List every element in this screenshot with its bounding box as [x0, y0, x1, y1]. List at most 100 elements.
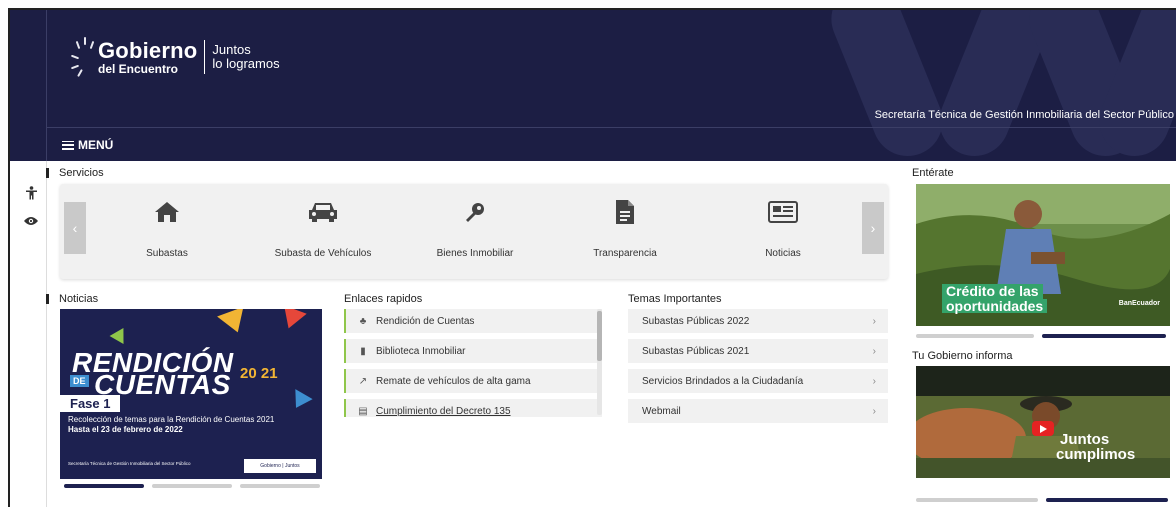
logo-separator — [204, 40, 206, 74]
banner-decoration — [287, 389, 313, 413]
topic-label: Subastas Públicas 2021 — [642, 345, 750, 357]
chevron-right-icon: › — [872, 375, 876, 387]
video-title-line1: Juntos — [1060, 431, 1110, 448]
people-icon: ♣ — [359, 315, 367, 327]
header-divider — [46, 127, 1176, 128]
chevron-left-icon: ‹ — [72, 220, 78, 236]
slogan-line-2: lo logramos — [212, 56, 280, 71]
book-icon: ▮ — [360, 345, 366, 357]
enterate-title: Entérate — [912, 167, 954, 179]
quick-link-label: Biblioteca Inmobiliar — [376, 345, 466, 357]
promo-line-2: oportunidades — [942, 298, 1048, 314]
news-heading: Noticias — [46, 293, 98, 305]
chevron-right-icon: › — [870, 220, 876, 236]
video-title-line2: cumplimos — [1056, 446, 1136, 463]
banner-phase: Fase 1 — [60, 395, 121, 412]
menu-button[interactable]: MENÚ — [62, 138, 113, 152]
institution-name: Secretaría Técnica de Gestión Inmobiliar… — [874, 109, 1174, 121]
gavel-icon: ↗ — [358, 375, 368, 387]
news-banner[interactable]: RENDICIÓN DE CUENTAS 20 21 Fase 1 Recole… — [60, 309, 322, 479]
banner-decoration — [217, 309, 251, 338]
banecuador-logo: BanEcuador — [1118, 300, 1160, 307]
topic-item[interactable]: Subastas Públicas 2022 › — [628, 309, 888, 333]
news-title: Noticias — [59, 293, 99, 305]
service-item-vehiculos[interactable]: Subasta de Vehículos — [258, 198, 388, 259]
banner-footer: Secretaría Técnica de Gestión Inmobiliar… — [68, 461, 191, 466]
chevron-right-icon: › — [872, 405, 876, 417]
newspaper-icon — [768, 198, 798, 226]
gov-informs-heading: Tu Gobierno informa — [912, 350, 1012, 362]
quick-link-label: Remate de vehículos de alta gama — [376, 375, 531, 387]
banner-deadline: Hasta el 23 de febrero de 2022 — [68, 425, 183, 434]
service-item-bienes[interactable]: Bienes Inmobiliar — [410, 198, 540, 259]
banner-title-de: DE — [70, 375, 89, 387]
topic-item[interactable]: Subastas Públicas 2021 › — [628, 339, 888, 363]
topics-heading: Temas Importantes — [628, 293, 722, 305]
quick-link-label: Cumplimiento del Decreto 135 — [376, 405, 511, 417]
quick-link[interactable]: ▮ Biblioteca Inmobiliar — [344, 339, 602, 363]
quick-link[interactable]: ↗ Remate de vehículos de alta gama — [344, 369, 602, 393]
services-title: Servicios — [59, 167, 104, 179]
logo-rays-icon — [70, 37, 95, 77]
banner-decoration — [109, 327, 131, 349]
carousel-dot[interactable] — [240, 484, 320, 488]
promo-credit-text: Crédito de las oportunidades — [942, 284, 1048, 314]
promo-carousel-dots — [916, 334, 1166, 338]
site-logo[interactable]: Gobierno del Encuentro Juntos lo logramo… — [70, 37, 280, 77]
links-heading: Enlaces rapidos — [344, 293, 422, 305]
quick-links-list: ♣ Rendición de Cuentas ▮ Biblioteca Inmo… — [344, 309, 602, 417]
file-icon: ▤ — [358, 405, 368, 417]
service-label: Subastas — [146, 248, 188, 259]
header-decoration — [820, 10, 954, 161]
carousel-dot[interactable] — [152, 484, 232, 488]
service-label: Transparencia — [593, 248, 657, 259]
video-carousel-dots — [916, 498, 1168, 502]
quick-link-label: Rendición de Cuentas — [376, 315, 475, 327]
service-item-transparencia[interactable]: Transparencia — [560, 198, 690, 259]
hamburger-icon — [62, 140, 74, 150]
video-juntos-cumplimos[interactable]: Juntos cumplimos — [916, 366, 1170, 478]
quick-links-scrollbar[interactable] — [597, 309, 602, 415]
carousel-dot[interactable] — [1042, 334, 1166, 338]
service-item-subastas[interactable]: Subastas — [102, 198, 232, 259]
topic-label: Servicios Brindados a la Ciudadanía — [642, 375, 804, 387]
home-icon — [154, 198, 180, 226]
service-label: Bienes Inmobiliar — [436, 248, 514, 259]
promo-banner-credito[interactable]: Crédito de las oportunidades BanEcuador — [916, 184, 1170, 326]
service-item-noticias[interactable]: Noticias — [718, 198, 848, 259]
logo-title: Gobierno — [98, 37, 198, 63]
services-carousel: ‹ › Subastas Subasta de Vehículos Bienes… — [60, 184, 888, 279]
carousel-next-button[interactable]: › — [862, 202, 884, 254]
car-icon — [308, 198, 338, 226]
logo-subtitle: del Encuentro — [98, 61, 179, 76]
quick-link[interactable]: ♣ Rendición de Cuentas — [344, 309, 602, 333]
carousel-dot[interactable] — [916, 498, 1038, 502]
enterate-heading: Entérate — [912, 167, 954, 179]
header-divider — [46, 10, 47, 161]
banner-decoration — [277, 309, 307, 333]
accessibility-icon[interactable] — [24, 186, 38, 200]
banner-mini-logo: Gobierno | Juntos — [244, 459, 316, 473]
play-video-icon[interactable] — [1032, 421, 1054, 436]
page-frame: Gobierno del Encuentro Juntos lo logramo… — [8, 8, 1176, 507]
scrollbar-thumb[interactable] — [597, 311, 602, 361]
carousel-prev-button[interactable]: ‹ — [64, 202, 86, 254]
banner-text: Recolección de temas para la Rendición d… — [68, 415, 275, 424]
topic-item[interactable]: Webmail › — [628, 399, 888, 423]
menu-label: MENÚ — [78, 138, 114, 152]
eye-icon[interactable] — [24, 215, 38, 229]
document-icon — [615, 198, 635, 226]
carousel-dot[interactable] — [64, 484, 144, 488]
chevron-right-icon: › — [872, 315, 876, 327]
topics-list: Subastas Públicas 2022 › Subastas Públic… — [628, 309, 888, 429]
carousel-dot[interactable] — [916, 334, 1034, 338]
topics-title: Temas Importantes — [628, 293, 722, 305]
services-heading: Servicios — [46, 167, 104, 179]
site-header: Gobierno del Encuentro Juntos lo logramo… — [10, 10, 1176, 161]
topic-item[interactable]: Servicios Brindados a la Ciudadanía › — [628, 369, 888, 393]
quick-link[interactable]: ▤ Cumplimiento del Decreto 135 — [344, 399, 602, 417]
topic-label: Subastas Públicas 2022 — [642, 315, 750, 327]
carousel-dot[interactable] — [1046, 498, 1168, 502]
slogan-line-1: Juntos — [212, 42, 251, 58]
news-carousel-dots — [64, 484, 320, 488]
